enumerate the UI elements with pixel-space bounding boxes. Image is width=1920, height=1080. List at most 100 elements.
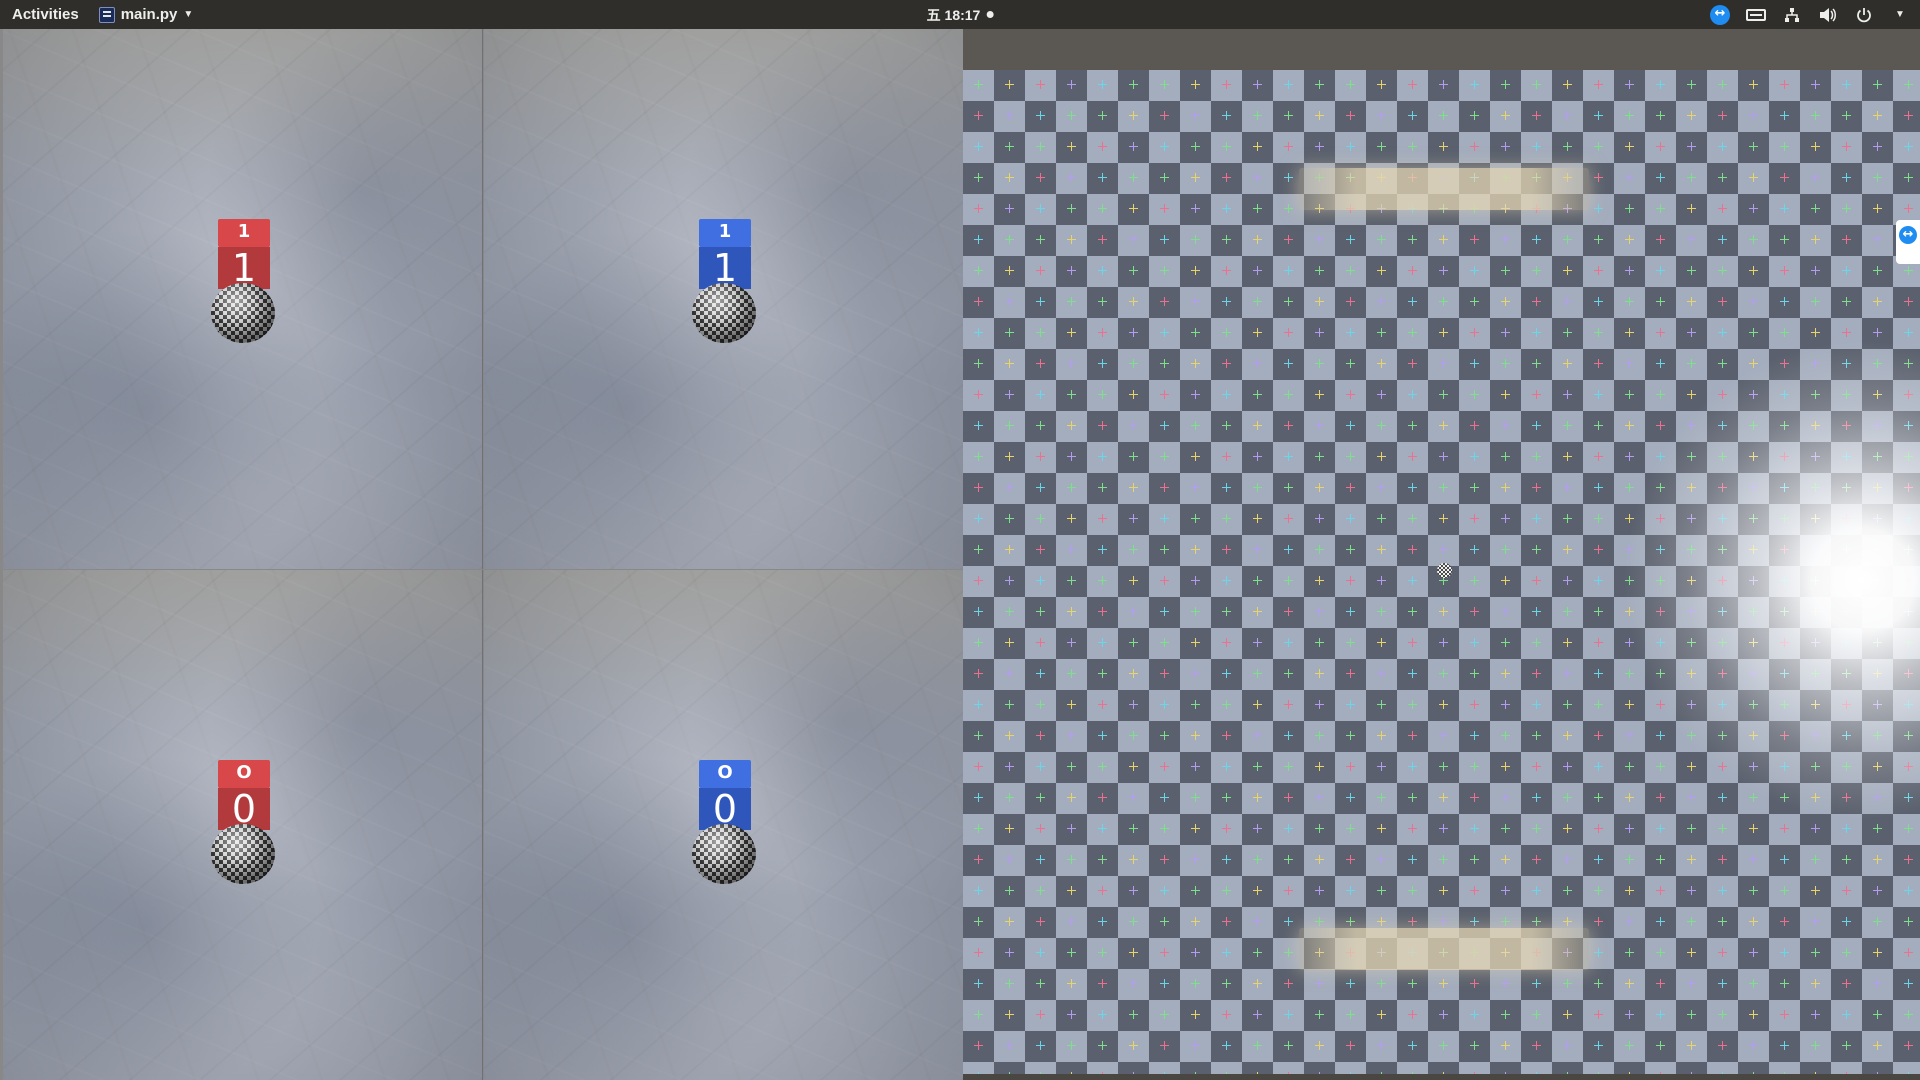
marker-object: 1 1 xyxy=(211,219,275,349)
grid-plus-marker xyxy=(1408,576,1417,585)
grid-plus-marker xyxy=(1284,390,1293,399)
app-menu[interactable]: main.py ▼ xyxy=(98,6,193,23)
grid-plus-marker xyxy=(1346,1010,1355,1019)
grid-plus-marker xyxy=(1222,483,1231,492)
grid-plus-marker xyxy=(1408,297,1417,306)
grid-plus-marker xyxy=(1470,576,1479,585)
grid-plus-marker xyxy=(1532,235,1541,244)
grid-plus-marker xyxy=(1408,421,1417,430)
grid-plus-marker xyxy=(1408,80,1417,89)
grid-plus-marker xyxy=(1036,266,1045,275)
grid-plus-marker xyxy=(1594,669,1603,678)
network-tray-item[interactable] xyxy=(1782,5,1802,25)
keyboard-tray-item[interactable] xyxy=(1746,5,1766,25)
grid-plus-marker xyxy=(1005,204,1014,213)
grid-plus-marker xyxy=(1842,142,1851,151)
grid-plus-marker xyxy=(1470,80,1479,89)
grid-plus-marker xyxy=(1625,359,1634,368)
grid-plus-marker xyxy=(1005,917,1014,926)
grid-plus-marker xyxy=(1284,483,1293,492)
grid-plus-marker xyxy=(1532,452,1541,461)
grid-plus-marker xyxy=(974,824,983,833)
grid-plus-marker xyxy=(1067,576,1076,585)
teamviewer-tray-item[interactable] xyxy=(1710,4,1730,25)
grid-plus-marker xyxy=(1377,607,1386,616)
grid-plus-marker xyxy=(974,762,983,771)
power-tray-item[interactable] xyxy=(1854,5,1874,25)
activities-button[interactable]: Activities xyxy=(12,6,79,23)
grid-plus-marker xyxy=(1563,483,1572,492)
grid-plus-marker xyxy=(1284,359,1293,368)
grid-plus-marker xyxy=(1160,483,1169,492)
grid-plus-marker xyxy=(1749,80,1758,89)
grid-plus-marker xyxy=(1811,266,1820,275)
grid-plus-marker xyxy=(1160,762,1169,771)
grid-plus-marker xyxy=(1470,638,1479,647)
grid-plus-marker xyxy=(1594,793,1603,802)
grid-plus-marker xyxy=(1842,1010,1851,1019)
grid-plus-marker xyxy=(1842,297,1851,306)
grid-plus-marker xyxy=(1005,421,1014,430)
grid-plus-marker xyxy=(1191,700,1200,709)
volume-tray-item[interactable] xyxy=(1818,5,1838,25)
clock[interactable]: 五 18:17 xyxy=(927,0,994,29)
grid-plus-marker xyxy=(1873,1010,1882,1019)
grid-plus-marker xyxy=(1067,1010,1076,1019)
grid-plus-marker xyxy=(1098,297,1107,306)
grid-plus-marker xyxy=(1501,545,1510,554)
grid-plus-marker xyxy=(1563,855,1572,864)
teamviewer-side-tab[interactable] xyxy=(1896,220,1920,264)
grid-plus-marker xyxy=(1036,917,1045,926)
grid-plus-marker xyxy=(1780,855,1789,864)
grid-plus-marker xyxy=(1842,948,1851,957)
grid-plus-marker xyxy=(1346,142,1355,151)
system-tray: ▼ xyxy=(1710,0,1910,29)
grid-plus-marker xyxy=(1904,266,1913,275)
grid-plus-marker xyxy=(1873,204,1882,213)
grid-plus-marker xyxy=(1501,824,1510,833)
grid-plus-marker xyxy=(1811,80,1820,89)
grid-plus-marker xyxy=(1005,700,1014,709)
system-menu-caret[interactable]: ▼ xyxy=(1890,5,1910,25)
grid-plus-marker xyxy=(1439,545,1448,554)
grid-plus-marker xyxy=(1873,297,1882,306)
grid-plus-marker xyxy=(1315,452,1324,461)
grid-plus-marker xyxy=(1067,390,1076,399)
grid-plus-marker xyxy=(1594,607,1603,616)
grid-plus-marker xyxy=(1346,607,1355,616)
grid-plus-marker xyxy=(1749,266,1758,275)
grid-plus-marker xyxy=(1284,731,1293,740)
grid-plus-marker xyxy=(1253,762,1262,771)
grid-plus-marker xyxy=(1532,111,1541,120)
grid-plus-marker xyxy=(1625,111,1634,120)
grid-plus-marker xyxy=(1005,359,1014,368)
grid-plus-marker xyxy=(1811,173,1820,182)
grid-plus-marker xyxy=(974,359,983,368)
grid-plus-marker xyxy=(1253,824,1262,833)
checker-grid-view[interactable] xyxy=(963,70,1920,1074)
grid-plus-marker xyxy=(1904,173,1913,182)
grid-plus-marker xyxy=(1191,1041,1200,1050)
grid-plus-marker xyxy=(1563,235,1572,244)
grid-plus-marker xyxy=(1160,359,1169,368)
grid-plus-marker xyxy=(1129,762,1138,771)
top-beam-object xyxy=(1299,168,1589,210)
grid-plus-marker xyxy=(1718,855,1727,864)
grid-plus-marker xyxy=(1904,948,1913,957)
grid-plus-marker xyxy=(1408,390,1417,399)
grid-plus-marker xyxy=(1036,297,1045,306)
grid-plus-marker xyxy=(1563,1010,1572,1019)
grid-plus-marker xyxy=(1222,545,1231,554)
grid-plus-marker xyxy=(1408,235,1417,244)
grid-plus-marker xyxy=(1191,576,1200,585)
grid-plus-marker xyxy=(1749,297,1758,306)
grid-plus-marker xyxy=(1129,235,1138,244)
grid-plus-marker xyxy=(1532,483,1541,492)
grid-plus-marker xyxy=(1067,514,1076,523)
grid-plus-marker xyxy=(1191,545,1200,554)
grid-plus-marker xyxy=(1253,638,1262,647)
grid-plus-marker xyxy=(1098,421,1107,430)
grid-plus-marker xyxy=(1873,235,1882,244)
grid-plus-marker xyxy=(1315,731,1324,740)
grid-plus-marker xyxy=(1315,917,1324,926)
